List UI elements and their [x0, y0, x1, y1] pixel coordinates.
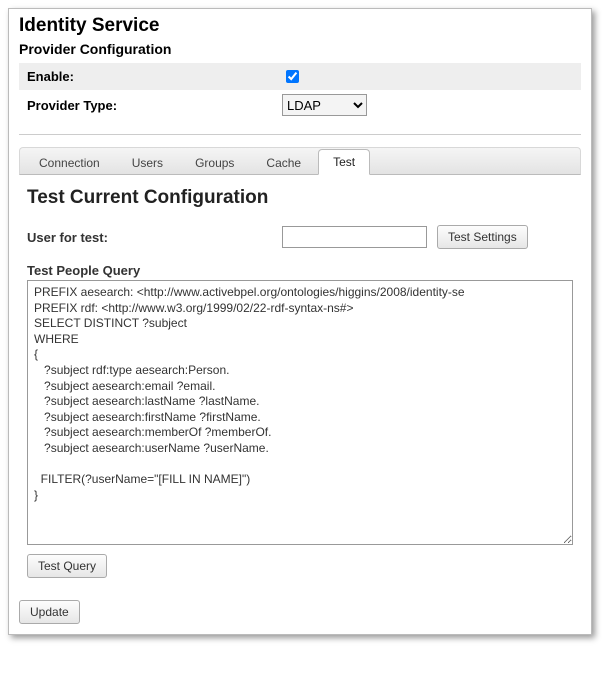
user-for-test-input[interactable]	[282, 226, 427, 248]
page-title: Identity Service	[19, 15, 581, 37]
tab-connection[interactable]: Connection	[24, 150, 115, 175]
provider-type-row: Provider Type: LDAP	[19, 90, 581, 120]
provider-type-select[interactable]: LDAP	[282, 94, 367, 116]
update-button[interactable]: Update	[19, 600, 80, 624]
identity-service-panel: Identity Service Provider Configuration …	[8, 8, 592, 635]
enable-label: Enable:	[27, 69, 282, 84]
test-config-heading: Test Current Configuration	[27, 187, 573, 209]
test-people-query-label: Test People Query	[27, 263, 573, 278]
test-people-query-textarea[interactable]	[27, 280, 573, 545]
test-query-button[interactable]: Test Query	[27, 554, 107, 578]
tab-groups[interactable]: Groups	[180, 150, 249, 175]
user-for-test-row: User for test: Test Settings	[27, 225, 573, 249]
test-settings-button[interactable]: Test Settings	[437, 225, 528, 249]
tab-test[interactable]: Test	[318, 149, 370, 175]
tab-content-test: Test Current Configuration User for test…	[19, 175, 581, 586]
enable-checkbox[interactable]	[286, 70, 299, 83]
divider	[19, 134, 581, 135]
provider-config-heading: Provider Configuration	[19, 41, 581, 57]
tab-cache[interactable]: Cache	[251, 150, 316, 175]
enable-row: Enable:	[19, 63, 581, 90]
tab-bar: Connection Users Groups Cache Test	[19, 147, 581, 175]
user-for-test-label: User for test:	[27, 230, 282, 245]
tab-users[interactable]: Users	[117, 150, 178, 175]
provider-type-label: Provider Type:	[27, 98, 282, 113]
